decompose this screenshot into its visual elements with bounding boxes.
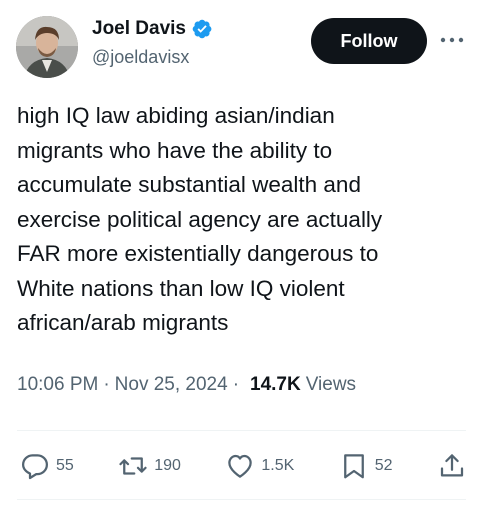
tweet-header: Joel Davis @joeldavisx Follow <box>16 16 467 78</box>
views-count[interactable]: 14.7K <box>250 374 301 396</box>
avatar-image <box>16 16 78 78</box>
reply-button[interactable]: 55 <box>20 451 74 481</box>
share-button[interactable] <box>437 451 467 481</box>
meta-separator: · <box>103 374 110 395</box>
tweet-date[interactable]: Nov 25, 2024 <box>115 374 228 396</box>
like-count: 1.5K <box>261 457 295 474</box>
divider-top <box>17 430 466 431</box>
meta-separator: · <box>232 374 240 395</box>
tweet-meta: 10:06 PM · Nov 25, 2024 · 14.7K Views <box>17 374 356 396</box>
bookmark-icon <box>343 454 364 479</box>
name-row: Joel Davis <box>92 18 213 40</box>
action-bar: 55 190 1.5K 52 <box>20 448 467 484</box>
repost-count: 190 <box>154 457 181 474</box>
verified-badge-icon[interactable] <box>191 18 213 40</box>
share-icon <box>440 454 464 477</box>
tweet-text: high IQ law abiding asian/indian migrant… <box>17 103 383 335</box>
follow-button[interactable]: Follow <box>311 18 427 64</box>
avatar[interactable] <box>16 16 78 78</box>
bookmark-button[interactable]: 52 <box>339 451 393 481</box>
bookmark-count: 52 <box>374 457 393 474</box>
divider-bottom <box>17 499 466 500</box>
views-label[interactable]: Views <box>306 374 356 396</box>
more-horizontal-icon[interactable] <box>437 30 467 50</box>
like-icon <box>228 454 253 478</box>
display-name[interactable]: Joel Davis <box>92 18 186 40</box>
author-names: Joel Davis @joeldavisx <box>92 18 213 68</box>
repost-button[interactable]: 190 <box>118 451 181 481</box>
tweet-time[interactable]: 10:06 PM <box>17 374 98 396</box>
repost-icon <box>119 457 147 475</box>
like-button[interactable]: 1.5K <box>225 451 294 481</box>
author-handle[interactable]: @joeldavisx <box>92 47 213 68</box>
reply-count: 55 <box>56 457 74 474</box>
reply-icon <box>22 454 48 480</box>
